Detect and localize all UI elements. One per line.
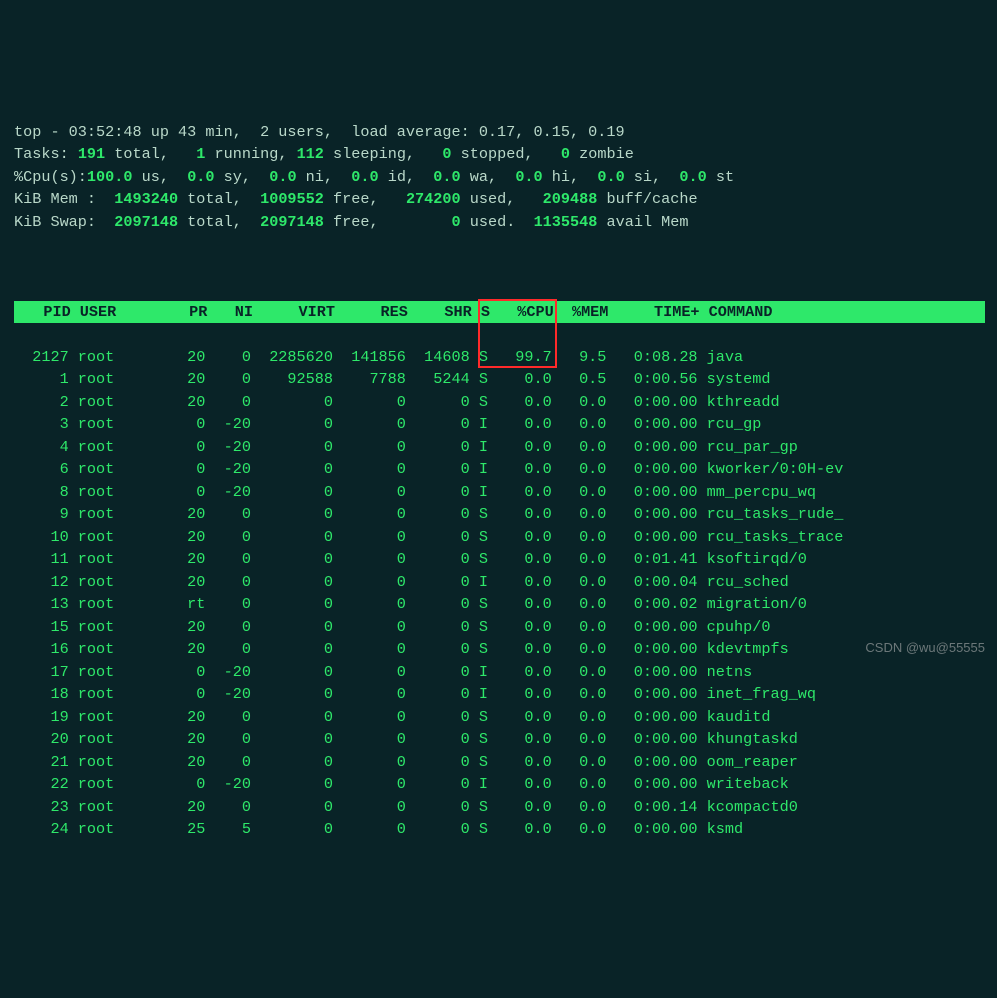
process-row[interactable]: 24 root 25 5 0 0 0 S 0.0 0.0 0:00.00 ksm… bbox=[14, 818, 985, 841]
process-row[interactable]: 16 root 20 0 0 0 0 S 0.0 0.0 0:00.00 kde… bbox=[14, 638, 985, 661]
process-row[interactable]: 12 root 20 0 0 0 0 I 0.0 0.0 0:00.04 rcu… bbox=[14, 571, 985, 594]
process-row[interactable]: 9 root 20 0 0 0 0 S 0.0 0.0 0:00.00 rcu_… bbox=[14, 503, 985, 526]
process-row[interactable]: 8 root 0 -20 0 0 0 I 0.0 0.0 0:00.00 mm_… bbox=[14, 481, 985, 504]
process-row[interactable]: 2127 root 20 0 2285620 141856 14608 S 99… bbox=[14, 346, 985, 369]
process-row[interactable]: 22 root 0 -20 0 0 0 I 0.0 0.0 0:00.00 wr… bbox=[14, 773, 985, 796]
process-row[interactable]: 13 root rt 0 0 0 0 S 0.0 0.0 0:00.02 mig… bbox=[14, 593, 985, 616]
process-row[interactable]: 19 root 20 0 0 0 0 S 0.0 0.0 0:00.00 kau… bbox=[14, 706, 985, 729]
process-row[interactable]: 23 root 20 0 0 0 0 S 0.0 0.0 0:00.14 kco… bbox=[14, 796, 985, 819]
process-row[interactable]: 10 root 20 0 0 0 0 S 0.0 0.0 0:00.00 rcu… bbox=[14, 526, 985, 549]
process-row[interactable]: 15 root 20 0 0 0 0 S 0.0 0.0 0:00.00 cpu… bbox=[14, 616, 985, 639]
process-row[interactable]: 17 root 0 -20 0 0 0 I 0.0 0.0 0:00.00 ne… bbox=[14, 661, 985, 684]
watermark: CSDN @wu@55555 bbox=[865, 637, 985, 660]
process-list[interactable]: 2127 root 20 0 2285620 141856 14608 S 99… bbox=[14, 346, 985, 841]
column-header: PID USER PR NI VIRT RES SHR S %CPU %MEM … bbox=[14, 301, 985, 324]
process-row[interactable]: 18 root 0 -20 0 0 0 I 0.0 0.0 0:00.00 in… bbox=[14, 683, 985, 706]
process-row[interactable]: 11 root 20 0 0 0 0 S 0.0 0.0 0:01.41 kso… bbox=[14, 548, 985, 571]
process-row[interactable]: 1 root 20 0 92588 7788 5244 S 0.0 0.5 0:… bbox=[14, 368, 985, 391]
process-row[interactable]: 2 root 20 0 0 0 0 S 0.0 0.0 0:00.00 kthr… bbox=[14, 391, 985, 414]
process-row[interactable]: 3 root 0 -20 0 0 0 I 0.0 0.0 0:00.00 rcu… bbox=[14, 413, 985, 436]
top-summary: top - 03:52:48 up 43 min, 2 users, load … bbox=[14, 121, 985, 234]
process-row[interactable]: 4 root 0 -20 0 0 0 I 0.0 0.0 0:00.00 rcu… bbox=[14, 436, 985, 459]
process-row[interactable]: 20 root 20 0 0 0 0 S 0.0 0.0 0:00.00 khu… bbox=[14, 728, 985, 751]
process-row[interactable]: 6 root 0 -20 0 0 0 I 0.0 0.0 0:00.00 kwo… bbox=[14, 458, 985, 481]
process-row[interactable]: 21 root 20 0 0 0 0 S 0.0 0.0 0:00.00 oom… bbox=[14, 751, 985, 774]
